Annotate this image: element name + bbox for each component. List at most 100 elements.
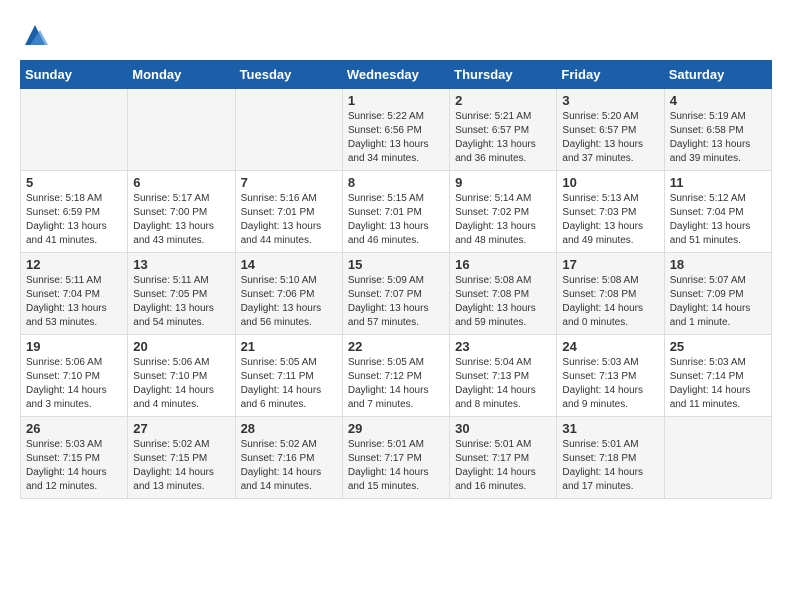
- header-cell-monday: Monday: [128, 61, 235, 89]
- calendar-week-row: 19 Sunrise: 5:06 AMSunset: 7:10 PMDayligh…: [21, 335, 772, 417]
- calendar-cell: 9 Sunrise: 5:14 AMSunset: 7:02 PMDaylight…: [450, 171, 557, 253]
- calendar-cell: 22 Sunrise: 5:05 AMSunset: 7:12 PMDayligh…: [342, 335, 449, 417]
- calendar-cell: 6 Sunrise: 5:17 AMSunset: 7:00 PMDaylight…: [128, 171, 235, 253]
- day-info: Sunrise: 5:07 AMSunset: 7:09 PMDaylight:…: [670, 274, 766, 330]
- header-cell-sunday: Sunday: [21, 61, 128, 89]
- day-info: Sunrise: 5:20 AMSunset: 6:57 PMDaylight:…: [562, 110, 658, 166]
- day-info: Sunrise: 5:08 AMSunset: 7:08 PMDaylight:…: [562, 274, 658, 330]
- page-header: [20, 20, 772, 50]
- calendar-cell: 8 Sunrise: 5:15 AMSunset: 7:01 PMDaylight…: [342, 171, 449, 253]
- day-info: Sunrise: 5:17 AMSunset: 7:00 PMDaylight:…: [133, 192, 229, 248]
- header-cell-thursday: Thursday: [450, 61, 557, 89]
- calendar-header-row: SundayMondayTuesdayWednesdayThursdayFrid…: [21, 61, 772, 89]
- day-info: Sunrise: 5:06 AMSunset: 7:10 PMDaylight:…: [26, 356, 122, 412]
- day-number: 13: [133, 257, 229, 272]
- calendar-cell: 16 Sunrise: 5:08 AMSunset: 7:08 PMDayligh…: [450, 253, 557, 335]
- calendar-cell: 13 Sunrise: 5:11 AMSunset: 7:05 PMDayligh…: [128, 253, 235, 335]
- calendar-cell: 26 Sunrise: 5:03 AMSunset: 7:15 PMDayligh…: [21, 417, 128, 499]
- day-info: Sunrise: 5:19 AMSunset: 6:58 PMDaylight:…: [670, 110, 766, 166]
- day-number: 6: [133, 175, 229, 190]
- day-info: Sunrise: 5:09 AMSunset: 7:07 PMDaylight:…: [348, 274, 444, 330]
- calendar-cell: 25 Sunrise: 5:03 AMSunset: 7:14 PMDayligh…: [664, 335, 771, 417]
- day-number: 1: [348, 93, 444, 108]
- calendar-week-row: 26 Sunrise: 5:03 AMSunset: 7:15 PMDayligh…: [21, 417, 772, 499]
- day-info: Sunrise: 5:01 AMSunset: 7:18 PMDaylight:…: [562, 438, 658, 494]
- calendar-cell: 21Sunrise: 5:05 AMSunset: 7:11 PMDayligh…: [235, 335, 342, 417]
- day-number: 14: [241, 257, 337, 272]
- calendar-cell: 5 Sunrise: 5:18 AMSunset: 6:59 PMDaylight…: [21, 171, 128, 253]
- logo: [20, 20, 56, 50]
- calendar-cell: 10Sunrise: 5:13 AMSunset: 7:03 PMDayligh…: [557, 171, 664, 253]
- day-info: Sunrise: 5:10 AMSunset: 7:06 PMDaylight:…: [241, 274, 337, 330]
- day-info: Sunrise: 5:16 AMSunset: 7:01 PMDaylight:…: [241, 192, 337, 248]
- calendar-cell: 20 Sunrise: 5:06 AMSunset: 7:10 PMDayligh…: [128, 335, 235, 417]
- day-number: 9: [455, 175, 551, 190]
- calendar-cell: 11Sunrise: 5:12 AMSunset: 7:04 PMDayligh…: [664, 171, 771, 253]
- day-number: 19: [26, 339, 122, 354]
- day-info: Sunrise: 5:04 AMSunset: 7:13 PMDaylight:…: [455, 356, 551, 412]
- day-info: Sunrise: 5:08 AMSunset: 7:08 PMDaylight:…: [455, 274, 551, 330]
- day-number: 8: [348, 175, 444, 190]
- day-number: 3: [562, 93, 658, 108]
- day-info: Sunrise: 5:02 AMSunset: 7:15 PMDaylight:…: [133, 438, 229, 494]
- day-info: Sunrise: 5:03 AMSunset: 7:14 PMDaylight:…: [670, 356, 766, 412]
- day-number: 2: [455, 93, 551, 108]
- day-number: 16: [455, 257, 551, 272]
- day-info: Sunrise: 5:06 AMSunset: 7:10 PMDaylight:…: [133, 356, 229, 412]
- day-info: Sunrise: 5:22 AMSunset: 6:56 PMDaylight:…: [348, 110, 444, 166]
- day-number: 4: [670, 93, 766, 108]
- day-info: Sunrise: 5:03 AMSunset: 7:13 PMDaylight:…: [562, 356, 658, 412]
- calendar-cell: 28 Sunrise: 5:02 AMSunset: 7:16 PMDayligh…: [235, 417, 342, 499]
- day-number: 29: [348, 421, 444, 436]
- calendar-cell: [128, 89, 235, 171]
- calendar-cell: 15 Sunrise: 5:09 AMSunset: 7:07 PMDayligh…: [342, 253, 449, 335]
- calendar-cell: [235, 89, 342, 171]
- day-number: 30: [455, 421, 551, 436]
- calendar-cell: 3 Sunrise: 5:20 AMSunset: 6:57 PMDaylight…: [557, 89, 664, 171]
- day-number: 20: [133, 339, 229, 354]
- header-cell-tuesday: Tuesday: [235, 61, 342, 89]
- day-number: 22: [348, 339, 444, 354]
- calendar-cell: 1 Sunrise: 5:22 AMSunset: 6:56 PMDaylight…: [342, 89, 449, 171]
- day-number: 31: [562, 421, 658, 436]
- day-number: 11: [670, 175, 766, 190]
- calendar-week-row: 1 Sunrise: 5:22 AMSunset: 6:56 PMDaylight…: [21, 89, 772, 171]
- header-cell-saturday: Saturday: [664, 61, 771, 89]
- day-number: 7: [241, 175, 337, 190]
- day-info: Sunrise: 5:11 AMSunset: 7:04 PMDaylight:…: [26, 274, 122, 330]
- day-number: 26: [26, 421, 122, 436]
- calendar-cell: 18Sunrise: 5:07 AMSunset: 7:09 PMDayligh…: [664, 253, 771, 335]
- day-number: 15: [348, 257, 444, 272]
- day-number: 21: [241, 339, 337, 354]
- day-info: Sunrise: 5:14 AMSunset: 7:02 PMDaylight:…: [455, 192, 551, 248]
- day-info: Sunrise: 5:05 AMSunset: 7:12 PMDaylight:…: [348, 356, 444, 412]
- calendar-cell: [21, 89, 128, 171]
- day-number: 12: [26, 257, 122, 272]
- calendar-cell: 31 Sunrise: 5:01 AMSunset: 7:18 PMDayligh…: [557, 417, 664, 499]
- day-info: Sunrise: 5:11 AMSunset: 7:05 PMDaylight:…: [133, 274, 229, 330]
- day-info: Sunrise: 5:18 AMSunset: 6:59 PMDaylight:…: [26, 192, 122, 248]
- day-info: Sunrise: 5:03 AMSunset: 7:15 PMDaylight:…: [26, 438, 122, 494]
- day-info: Sunrise: 5:15 AMSunset: 7:01 PMDaylight:…: [348, 192, 444, 248]
- calendar-cell: 24 Sunrise: 5:03 AMSunset: 7:13 PMDayligh…: [557, 335, 664, 417]
- calendar-cell: 2 Sunrise: 5:21 AMSunset: 6:57 PMDaylight…: [450, 89, 557, 171]
- calendar-table: SundayMondayTuesdayWednesdayThursdayFrid…: [20, 60, 772, 499]
- day-info: Sunrise: 5:02 AMSunset: 7:16 PMDaylight:…: [241, 438, 337, 494]
- day-number: 28: [241, 421, 337, 436]
- day-info: Sunrise: 5:21 AMSunset: 6:57 PMDaylight:…: [455, 110, 551, 166]
- calendar-cell: 14 Sunrise: 5:10 AMSunset: 7:06 PMDayligh…: [235, 253, 342, 335]
- calendar-week-row: 5 Sunrise: 5:18 AMSunset: 6:59 PMDaylight…: [21, 171, 772, 253]
- calendar-cell: 19 Sunrise: 5:06 AMSunset: 7:10 PMDayligh…: [21, 335, 128, 417]
- logo-icon: [20, 20, 50, 50]
- day-number: 24: [562, 339, 658, 354]
- calendar-cell: 4 Sunrise: 5:19 AMSunset: 6:58 PMDaylight…: [664, 89, 771, 171]
- calendar-week-row: 12 Sunrise: 5:11 AMSunset: 7:04 PMDayligh…: [21, 253, 772, 335]
- calendar-cell: [664, 417, 771, 499]
- day-number: 25: [670, 339, 766, 354]
- day-info: Sunrise: 5:01 AMSunset: 7:17 PMDaylight:…: [348, 438, 444, 494]
- calendar-cell: 23 Sunrise: 5:04 AMSunset: 7:13 PMDayligh…: [450, 335, 557, 417]
- calendar-cell: 29 Sunrise: 5:01 AMSunset: 7:17 PMDayligh…: [342, 417, 449, 499]
- calendar-cell: 12 Sunrise: 5:11 AMSunset: 7:04 PMDayligh…: [21, 253, 128, 335]
- day-number: 23: [455, 339, 551, 354]
- day-number: 5: [26, 175, 122, 190]
